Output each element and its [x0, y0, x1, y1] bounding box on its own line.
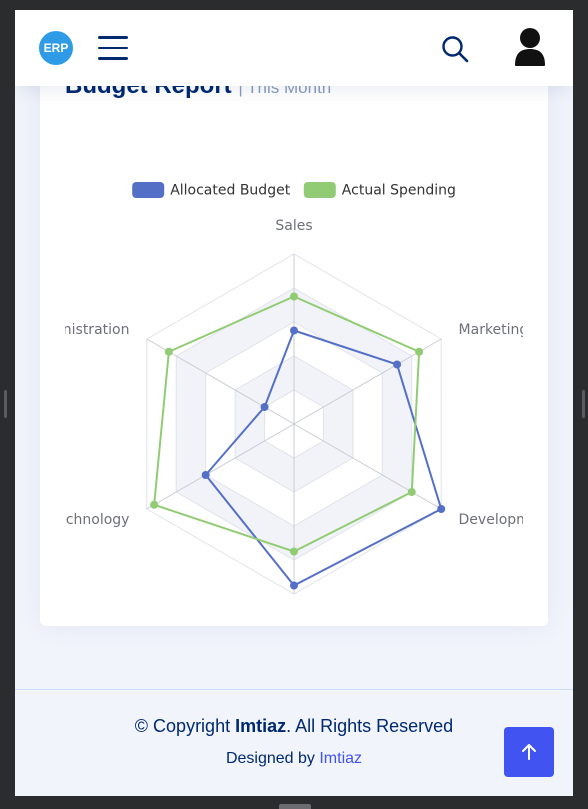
side-resize-handle-right[interactable]	[582, 390, 585, 418]
radar-data-point[interactable]	[150, 500, 159, 509]
designer-link[interactable]: Imtiaz	[319, 750, 362, 767]
radar-data-point[interactable]	[415, 347, 424, 356]
arrow-up-icon	[522, 744, 536, 760]
legend-swatch[interactable]	[303, 182, 336, 198]
legend-label[interactable]: Allocated Budget	[170, 183, 291, 199]
radar-data-point[interactable]	[437, 505, 446, 513]
user-icon[interactable]	[514, 27, 546, 67]
budget-radar-chart: Allocated Budget Actual Spending Sales Mar…	[65, 125, 523, 605]
radar-data-point[interactable]	[164, 347, 173, 356]
radar-data-point[interactable]	[201, 471, 210, 479]
radar-data-point[interactable]	[393, 360, 402, 369]
radar-data-point[interactable]	[290, 547, 298, 556]
header: ERP	[15, 10, 573, 86]
budget-report-card: Budget Report | This Month Allocated Bud…	[40, 50, 548, 626]
credits: Designed by Imtiaz	[15, 750, 573, 768]
hamburger-menu-icon[interactable]	[98, 36, 128, 60]
radar-data-point[interactable]	[290, 292, 298, 301]
chart-legend: Allocated Budget Actual Spending	[132, 182, 456, 199]
copyright: © Copyright Imtiaz. All Rights Reserved	[15, 716, 573, 737]
copyright-prefix: © Copyright	[134, 716, 231, 736]
radar-indicator-label: Administration	[65, 322, 129, 338]
copyright-name: Imtiaz	[235, 716, 287, 736]
radar-data-point[interactable]	[290, 326, 298, 335]
side-resize-handle-left[interactable]	[4, 390, 7, 418]
legend-swatch[interactable]	[132, 182, 165, 198]
copyright-suffix: . All Rights Reserved	[286, 716, 454, 736]
back-to-top-button[interactable]	[504, 727, 554, 777]
radar-chart-svg: Allocated Budget Actual Spending Sales Mar…	[65, 182, 523, 595]
radar-data-point[interactable]	[290, 581, 298, 590]
radar-indicator-label: Marketing	[459, 322, 523, 338]
bottom-resize-handle[interactable]	[279, 804, 311, 809]
footer: © Copyright Imtiaz. All Rights Reserved …	[15, 689, 573, 796]
radar-data-point[interactable]	[260, 403, 269, 411]
designed-by-label: Designed by	[225, 750, 315, 767]
radar-indicator-label: Development	[459, 512, 523, 528]
search-icon[interactable]	[440, 34, 470, 64]
logo[interactable]: ERP	[39, 31, 73, 65]
radar-indicator-label: Sales	[275, 218, 312, 234]
legend-label[interactable]: Actual Spending	[342, 183, 456, 199]
radar-data-point[interactable]	[407, 488, 416, 496]
app-viewport: ERP Budget Report | This Month Allocated…	[15, 10, 573, 796]
radar-indicator-label: Technology	[65, 512, 129, 528]
